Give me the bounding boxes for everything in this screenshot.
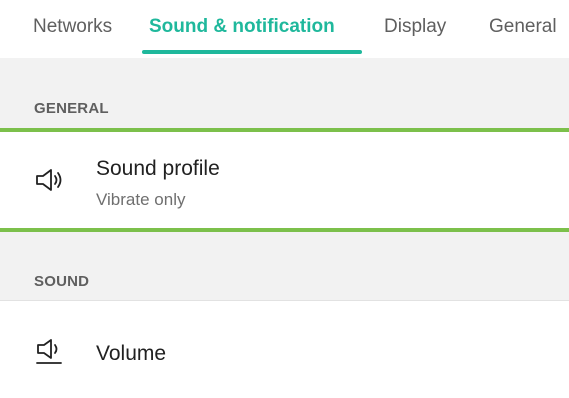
general-section-header: GENERAL [0, 58, 569, 128]
general-section-label: GENERAL [34, 100, 109, 117]
volume-icon [34, 338, 66, 366]
sound-section-header: SOUND [0, 232, 569, 300]
tab-display[interactable]: Display [384, 16, 446, 38]
volume-row[interactable]: Volume [0, 301, 569, 398]
tab-general[interactable]: General [489, 16, 557, 38]
sound-profile-subtitle: Vibrate only [96, 190, 186, 209]
active-tab-indicator [142, 50, 362, 54]
sound-profile-title: Sound profile [96, 157, 220, 180]
sound-section-label: SOUND [34, 273, 90, 290]
volume-title: Volume [96, 342, 167, 365]
tab-networks[interactable]: Networks [33, 16, 112, 38]
speaker-icon [34, 166, 66, 194]
tab-bar: Networks Sound & notification Display Ge… [0, 0, 569, 58]
sound-profile-row[interactable]: Sound profile Vibrate only [0, 132, 569, 228]
tab-sound-notification[interactable]: Sound & notification [149, 16, 335, 38]
